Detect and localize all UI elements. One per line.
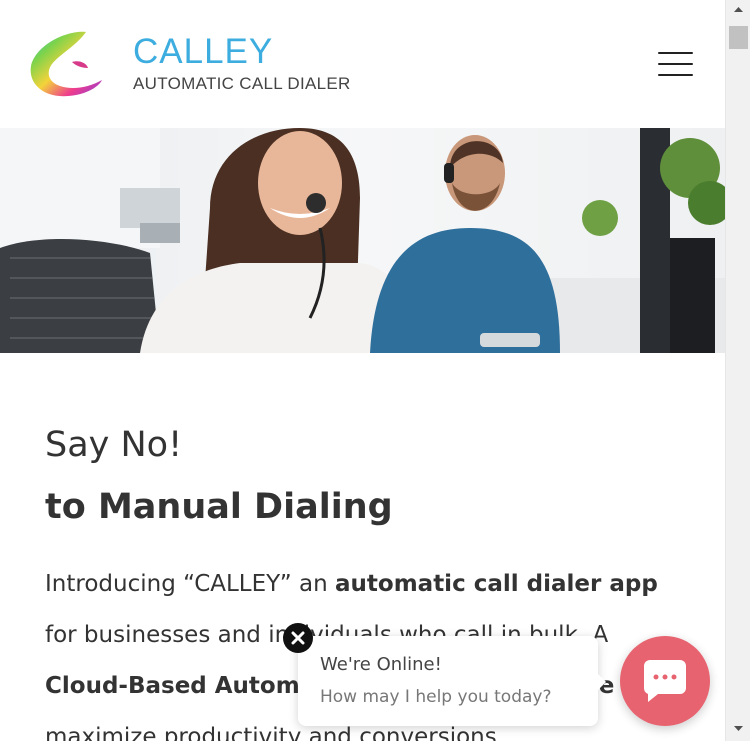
call-center-agents-illustration (0, 128, 725, 353)
chat-icon (643, 660, 686, 702)
headline-line1: Say No! (45, 425, 183, 465)
site-header: CALLEY AUTOMATIC CALL DIALER (0, 0, 725, 128)
logo-title: CALLEY (133, 32, 274, 71)
close-x-glyph (291, 631, 305, 645)
close-icon[interactable] (283, 623, 313, 653)
chat-launcher-button[interactable] (620, 636, 710, 726)
headline-line2: to Manual Dialing (45, 482, 695, 532)
intro-text-1: Introducing “CALLEY” an (45, 571, 336, 597)
chat-title: We're Online! (320, 654, 442, 675)
hero-image (0, 128, 725, 353)
page: CALLEY AUTOMATIC CALL DIALER Say No! to … (0, 0, 725, 741)
headline-prefix: to (45, 487, 98, 527)
scrollbar-thumb[interactable] (729, 26, 748, 49)
calley-logo[interactable]: CALLEY AUTOMATIC CALL DIALER (28, 28, 350, 104)
scroll-down-arrow-icon[interactable] (726, 718, 750, 738)
chat-greeting-bubble[interactable]: We're Online! How may I help you today? (298, 636, 606, 726)
headline-emphasis: Manual Dialing (97, 487, 393, 527)
vertical-scrollbar[interactable] (725, 0, 750, 741)
chat-subtitle: How may I help you today? (320, 687, 552, 707)
calley-logo-icon (30, 31, 102, 97)
scroll-up-arrow-icon[interactable] (726, 0, 750, 20)
intro-bold-1: automatic call dialer app (335, 571, 658, 597)
hamburger-menu-icon[interactable] (656, 50, 694, 80)
logo-subtitle: AUTOMATIC CALL DIALER (133, 74, 351, 93)
